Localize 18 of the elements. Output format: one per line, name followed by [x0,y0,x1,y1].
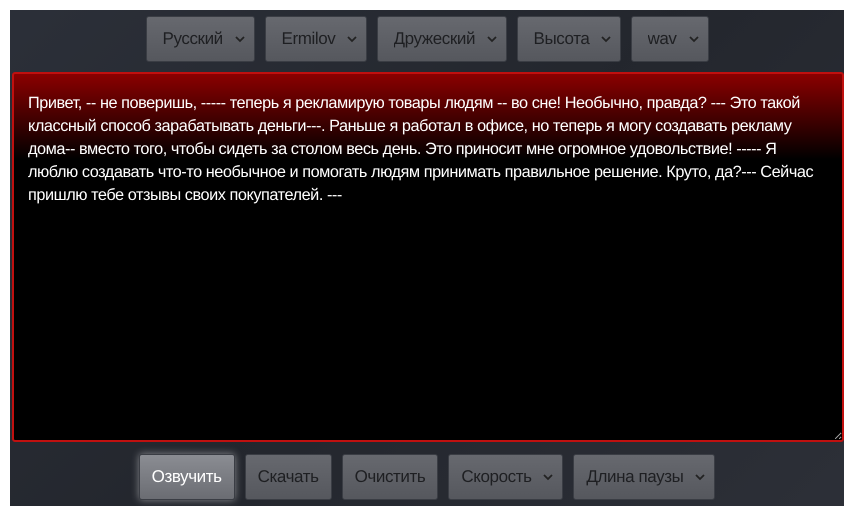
action-button[interactable]: Скачать [244,454,332,500]
chevron-icon [695,474,706,481]
dropdown[interactable]: wav [630,16,708,62]
chevron-icon [543,474,554,481]
dropdown[interactable]: Ermilov [264,16,366,62]
dropdown[interactable]: Скорость [448,454,564,500]
text-area[interactable]: Привет, -- не поверишь, ----- теперь я рекламирую товары людям -- во сне! Необычно, правда? --- Это такой классный способ зарабатывать деньги---. Раньше я работал в офисе, но теперь я могу создавать рекламу дома-- вместо того, чтобы сидеть за столом весь день. Это приносит мне огромное удовольствие! ----- Я люблю создавать что-то необычное и помогать людям принимать правильное решение. Круто, да?--- Сейчас пришлю тебе отзывы своих покупателей. --- [12,72,844,442]
dropdown[interactable]: Длина паузы [573,454,716,500]
dropdown[interactable]: Русский [146,16,254,62]
chevron-icon [234,36,244,43]
dropdown[interactable]: Высота [516,16,620,62]
action-button[interactable]: Озвучить [138,454,235,500]
dropdown[interactable]: Дружеский [376,16,506,62]
chevron-icon [688,36,698,43]
action-button[interactable]: Очистить [342,454,438,500]
chevron-icon [600,36,610,43]
chevron-icon [486,36,496,43]
chevron-icon [346,36,356,43]
